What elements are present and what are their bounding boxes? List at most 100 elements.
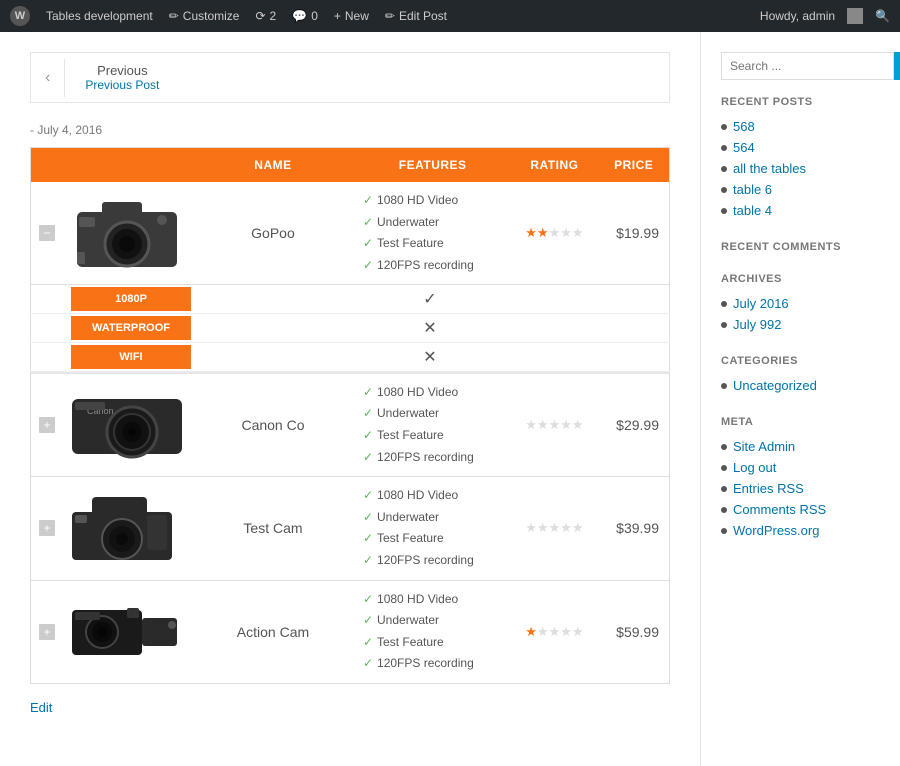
cross-mark: ✕ — [423, 349, 436, 366]
list-item: 564 — [721, 137, 880, 158]
expand-button[interactable]: + — [39, 624, 55, 640]
recent-post-link[interactable]: table 4 — [733, 203, 772, 218]
tag-empty-cell — [31, 285, 64, 314]
feature-item: ✓ 1080 HD Video — [363, 485, 502, 507]
nav-back-arrow[interactable]: ‹ — [31, 59, 65, 97]
feature-item: ✓ Underwater — [363, 507, 502, 529]
star-empty: ★ — [572, 417, 584, 432]
expand-button[interactable]: − — [39, 225, 55, 241]
bullet-icon — [721, 465, 727, 471]
meta-link[interactable]: Site Admin — [733, 439, 795, 454]
star-filled: ★ — [525, 624, 537, 639]
feature-text: 1080 HD Video — [377, 485, 458, 507]
check-icon: ✓ — [363, 589, 373, 611]
plus-icon: + — [334, 9, 341, 23]
star-empty: ★ — [572, 624, 584, 639]
list-item: Entries RSS — [721, 478, 880, 499]
comments-link[interactable]: 💬 0 — [292, 9, 318, 23]
bullet-icon — [721, 322, 727, 328]
product-rating: ★★★★★ — [510, 580, 598, 683]
expand-cell: + — [31, 580, 64, 683]
bullet-icon — [721, 145, 727, 151]
recent-post-link[interactable]: all the tables — [733, 161, 806, 176]
new-link[interactable]: + New — [334, 9, 369, 23]
bullet-icon — [721, 166, 727, 172]
recent-post-link[interactable]: 564 — [733, 140, 755, 155]
feature-text: 120FPS recording — [377, 653, 474, 675]
product-name: Test Cam — [191, 477, 355, 580]
bullet-icon — [721, 507, 727, 513]
comment-icon: 💬 — [292, 9, 307, 23]
tag-value-cell: ✓ — [191, 285, 670, 314]
feature-text: Underwater — [377, 610, 439, 632]
category-link[interactable]: Uncategorized — [733, 378, 817, 393]
meta-list: Site Admin Log out Entries RSS Comments RSS… — [721, 436, 880, 541]
check-icon: ✓ — [363, 233, 373, 255]
search-button[interactable]: Search — [894, 52, 900, 80]
star-empty: ★ — [549, 225, 561, 240]
site-name-link[interactable]: Tables development — [46, 9, 153, 23]
bullet-icon — [721, 187, 727, 193]
list-item: July 2016 — [721, 293, 880, 314]
meta-link[interactable]: Comments RSS — [733, 502, 826, 517]
recent-post-link[interactable]: 568 — [733, 119, 755, 134]
product-name: GoPoo — [191, 182, 355, 285]
howdy-text: Howdy, admin — [760, 9, 835, 23]
nav-prev-sub[interactable]: Previous Post — [85, 78, 159, 92]
tag-empty-cell — [31, 314, 64, 343]
archive-link[interactable]: July 2016 — [733, 296, 789, 311]
feature-item: ✓ 120FPS recording — [363, 447, 502, 469]
star-empty: ★ — [572, 520, 584, 535]
recent-posts-list: 568 564 all the tables table 6 table 4 — [721, 116, 880, 221]
star-empty: ★ — [525, 520, 537, 535]
edit-post-link[interactable]: ✏ Edit Post — [385, 9, 447, 23]
list-item: all the tables — [721, 158, 880, 179]
search-input[interactable] — [721, 52, 894, 80]
feature-text: 120FPS recording — [377, 447, 474, 469]
sidebar: Search RECENT POSTS 568564all the tables… — [700, 32, 900, 766]
check-icon: ✓ — [363, 632, 373, 654]
check-icon: ✓ — [363, 507, 373, 529]
bullet-icon — [721, 124, 727, 130]
expand-button[interactable]: + — [39, 520, 55, 536]
expand-cell: + — [31, 477, 64, 580]
product-rating: ★★★★★ — [510, 477, 598, 580]
post-date: - July 4, 2016 — [30, 123, 670, 137]
star-empty: ★ — [560, 225, 572, 240]
feature-item: ✓ Test Feature — [363, 632, 502, 654]
feature-text: 1080 HD Video — [377, 190, 458, 212]
meta-link[interactable]: Log out — [733, 460, 776, 475]
feature-text: 120FPS recording — [377, 550, 474, 572]
col-rating: RATING — [510, 148, 598, 183]
feature-tag-row: WATERPROOF ✕ — [31, 314, 670, 343]
expand-button[interactable]: + — [39, 417, 55, 433]
feature-text: Test Feature — [377, 233, 444, 255]
revisions-link[interactable]: ⟳ 2 — [255, 9, 276, 23]
check-icon: ✓ — [363, 403, 373, 425]
list-item: 568 — [721, 116, 880, 137]
archive-link[interactable]: July 992 — [733, 317, 781, 332]
star-empty: ★ — [572, 225, 584, 240]
product-features: ✓ 1080 HD Video ✓ Underwater ✓ Test Feat… — [355, 374, 510, 477]
admin-bar-right: Howdy, admin 🔍 — [760, 8, 890, 24]
feature-text: Underwater — [377, 212, 439, 234]
list-item: WordPress.org — [721, 520, 880, 541]
search-icon[interactable]: 🔍 — [875, 9, 890, 23]
archives-list: July 2016 July 992 — [721, 293, 880, 335]
feature-item: ✓ Test Feature — [363, 528, 502, 550]
feature-item: ✓ 120FPS recording — [363, 550, 502, 572]
product-price: $29.99 — [598, 374, 669, 477]
feature-item: ✓ Test Feature — [363, 425, 502, 447]
recent-post-link[interactable]: table 6 — [733, 182, 772, 197]
product-name: Action Cam — [191, 580, 355, 683]
product-image-cell — [63, 477, 191, 580]
product-price: $19.99 — [598, 182, 669, 285]
meta-link[interactable]: Entries RSS — [733, 481, 804, 496]
star-empty: ★ — [549, 417, 561, 432]
meta-link[interactable]: WordPress.org — [733, 523, 819, 538]
check-mark: ✓ — [423, 291, 436, 308]
edit-page-link[interactable]: Edit — [30, 700, 52, 715]
feature-item: ✓ 1080 HD Video — [363, 382, 502, 404]
customize-link[interactable]: ✏ Customize — [169, 9, 240, 23]
col-features: FEATURES — [355, 148, 510, 183]
